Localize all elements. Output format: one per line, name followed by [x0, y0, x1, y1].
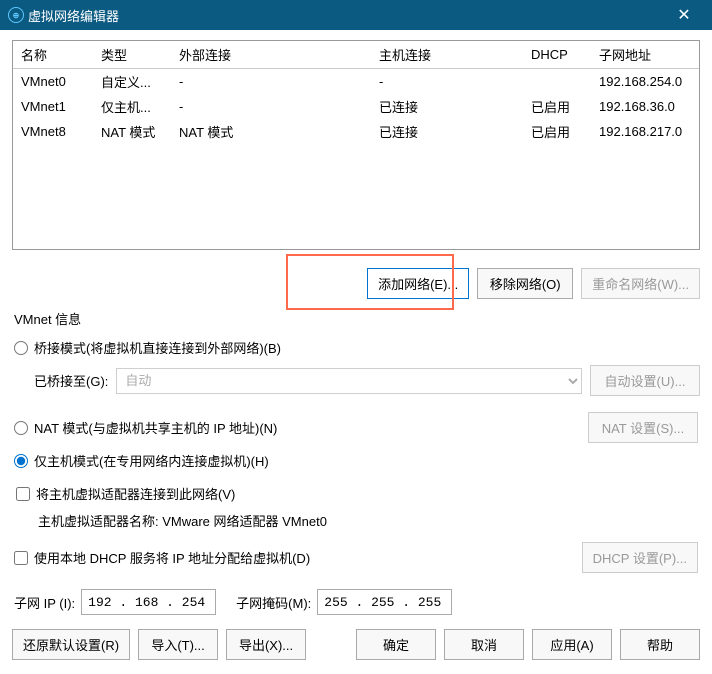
bridge-mode-option[interactable]: 桥接模式(将虚拟机直接连接到外部网络)(B) — [12, 334, 700, 361]
cell-type: 仅主机... — [93, 94, 171, 119]
dhcp-option[interactable]: 使用本地 DHCP 服务将 IP 地址分配给虚拟机(D) — [14, 548, 310, 567]
cell-host: 已连接 — [371, 119, 523, 144]
subnet-ip-input[interactable] — [81, 589, 216, 615]
network-table[interactable]: 名称 类型 外部连接 主机连接 DHCP 子网地址 VMnet0 自定义... … — [12, 40, 700, 250]
nat-label: NAT 模式(与虚拟机共享主机的 IP 地址)(N) — [34, 418, 277, 437]
app-icon: ⊕ — [8, 7, 24, 23]
apply-button[interactable]: 应用(A) — [532, 629, 612, 660]
remove-network-button[interactable]: 移除网络(O) — [477, 268, 573, 299]
dhcp-label: 使用本地 DHCP 服务将 IP 地址分配给虚拟机(D) — [34, 548, 310, 567]
host-only-option[interactable]: 仅主机模式(在专用网络内连接虚拟机)(H) — [12, 447, 700, 474]
cell-external: NAT 模式 — [171, 119, 371, 144]
rename-network-button[interactable]: 重命名网络(W)... — [581, 268, 700, 299]
cell-host: - — [371, 69, 523, 95]
cell-dhcp: 已启用 — [523, 119, 591, 144]
subnet-row: 子网 IP (I): 子网掩码(M): — [14, 589, 698, 615]
subnet-ip-label: 子网 IP (I): — [14, 593, 75, 612]
host-only-radio[interactable] — [14, 454, 28, 468]
auto-setting-button[interactable]: 自动设置(U)... — [590, 365, 700, 396]
titlebar: ⊕ 虚拟网络编辑器 ✕ — [0, 0, 712, 30]
window-title: 虚拟网络编辑器 — [24, 6, 664, 25]
cancel-button[interactable]: 取消 — [444, 629, 524, 660]
table-header-row: 名称 类型 外部连接 主机连接 DHCP 子网地址 — [13, 41, 699, 69]
cell-name: VMnet1 — [13, 94, 93, 119]
cell-dhcp: 已启用 — [523, 94, 591, 119]
close-button[interactable]: ✕ — [664, 0, 704, 30]
export-button[interactable]: 导出(X)... — [226, 629, 306, 660]
host-adapter-section: 将主机虚拟适配器连接到此网络(V) 主机虚拟适配器名称: VMware 网络适配… — [14, 480, 700, 530]
add-network-button[interactable]: 添加网络(E)... — [367, 268, 469, 299]
dhcp-setting-button[interactable]: DHCP 设置(P)... — [582, 542, 698, 573]
cell-subnet: 192.168.254.0 — [591, 69, 699, 95]
bridge-to-label: 已桥接至(G): — [34, 371, 108, 390]
col-subnet[interactable]: 子网地址 — [591, 41, 699, 69]
subnet-mask-input[interactable] — [317, 589, 452, 615]
col-dhcp[interactable]: DHCP — [523, 41, 591, 69]
bridge-label: 桥接模式(将虚拟机直接连接到外部网络)(B) — [34, 338, 281, 357]
cell-type: 自定义... — [93, 69, 171, 95]
dhcp-row: 使用本地 DHCP 服务将 IP 地址分配给虚拟机(D) DHCP 设置(P).… — [12, 538, 700, 577]
connect-host-label: 将主机虚拟适配器连接到此网络(V) — [36, 484, 235, 503]
connect-host-checkbox[interactable] — [16, 487, 30, 501]
network-action-row: 添加网络(E)... 移除网络(O) 重命名网络(W)... — [12, 268, 700, 299]
cell-host: 已连接 — [371, 94, 523, 119]
bridge-radio[interactable] — [14, 341, 28, 355]
host-adapter-name: 主机虚拟适配器名称: VMware 网络适配器 VMnet0 — [38, 511, 700, 530]
nat-setting-button[interactable]: NAT 设置(S)... — [588, 412, 698, 443]
table-row[interactable]: VMnet1 仅主机... - 已连接 已启用 192.168.36.0 — [13, 94, 699, 119]
nat-radio[interactable] — [14, 421, 28, 435]
cell-subnet: 192.168.217.0 — [591, 119, 699, 144]
subnet-mask-label: 子网掩码(M): — [236, 593, 311, 612]
col-type[interactable]: 类型 — [93, 41, 171, 69]
help-button[interactable]: 帮助 — [620, 629, 700, 660]
ok-button[interactable]: 确定 — [356, 629, 436, 660]
content-area: 名称 类型 外部连接 主机连接 DHCP 子网地址 VMnet0 自定义... … — [0, 30, 712, 674]
nat-mode-option[interactable]: NAT 模式(与虚拟机共享主机的 IP 地址)(N) — [14, 418, 277, 437]
cell-subnet: 192.168.36.0 — [591, 94, 699, 119]
cell-external: - — [171, 94, 371, 119]
bridge-to-select[interactable]: 自动 — [116, 368, 582, 394]
table-row[interactable]: VMnet8 NAT 模式 NAT 模式 已连接 已启用 192.168.217… — [13, 119, 699, 144]
cell-dhcp — [523, 69, 591, 95]
col-host[interactable]: 主机连接 — [371, 41, 523, 69]
cell-name: VMnet8 — [13, 119, 93, 144]
dhcp-checkbox[interactable] — [14, 551, 28, 565]
cell-name: VMnet0 — [13, 69, 93, 95]
col-external[interactable]: 外部连接 — [171, 41, 371, 69]
nat-mode-row: NAT 模式(与虚拟机共享主机的 IP 地址)(N) NAT 设置(S)... — [12, 408, 700, 447]
connect-host-option[interactable]: 将主机虚拟适配器连接到此网络(V) — [14, 480, 700, 507]
bridge-to-row: 已桥接至(G): 自动 自动设置(U)... — [34, 365, 700, 396]
host-only-label: 仅主机模式(在专用网络内连接虚拟机)(H) — [34, 451, 269, 470]
table-row[interactable]: VMnet0 自定义... - - 192.168.254.0 — [13, 69, 699, 95]
cell-type: NAT 模式 — [93, 119, 171, 144]
col-name[interactable]: 名称 — [13, 41, 93, 69]
vmnet-info-label: VMnet 信息 — [14, 309, 700, 328]
dialog-buttons-row: 还原默认设置(R) 导入(T)... 导出(X)... 确定 取消 应用(A) … — [12, 629, 700, 660]
import-button[interactable]: 导入(T)... — [138, 629, 218, 660]
cell-external: - — [171, 69, 371, 95]
restore-defaults-button[interactable]: 还原默认设置(R) — [12, 629, 130, 660]
